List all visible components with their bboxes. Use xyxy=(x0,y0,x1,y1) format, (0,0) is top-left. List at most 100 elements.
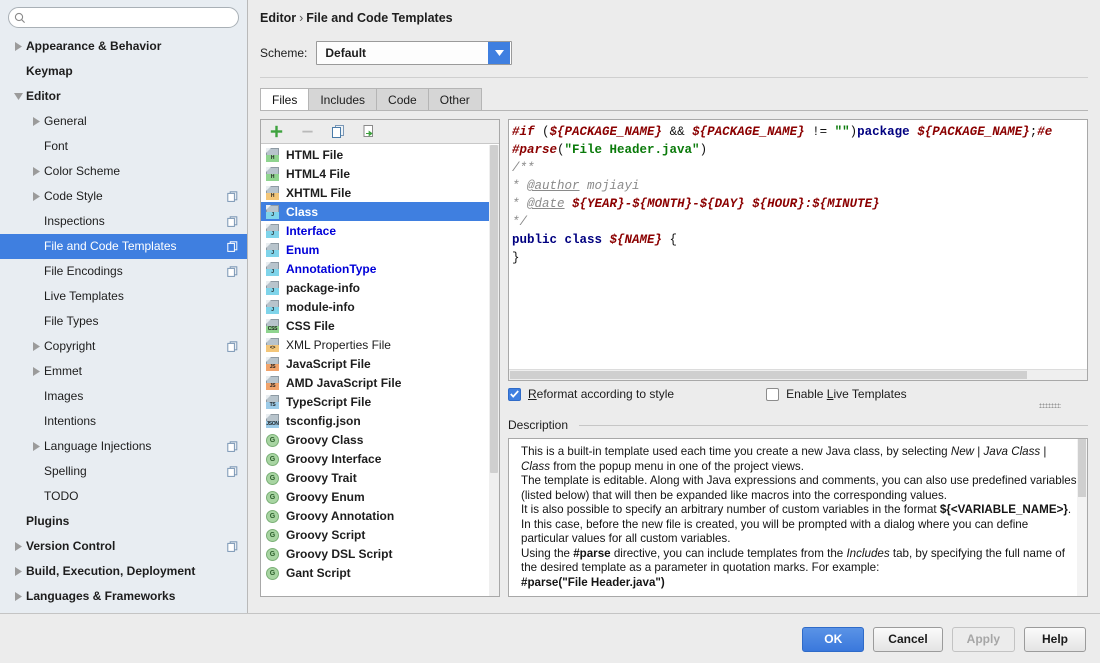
breadcrumb-parent[interactable]: Editor xyxy=(260,11,296,25)
template-list-item[interactable]: JS JavaScript File xyxy=(261,354,499,373)
cancel-button[interactable]: Cancel xyxy=(873,627,943,652)
template-list-item[interactable]: TS TypeScript File xyxy=(261,392,499,411)
live-templates-checkbox-label: Enable Live Templates xyxy=(786,387,907,401)
description-box: This is a built-in template used each ti… xyxy=(508,438,1088,597)
scheme-combobox[interactable]: Default xyxy=(316,41,513,65)
code-line: public class ${NAME} { xyxy=(512,231,1087,249)
copy-settings-icon[interactable] xyxy=(225,341,239,352)
sidebar-item-emmet[interactable]: Emmet xyxy=(0,359,247,384)
copy-template-button[interactable] xyxy=(329,123,347,141)
template-list-item[interactable]: G Groovy Interface xyxy=(261,449,499,468)
description-run: Includes xyxy=(846,546,890,560)
template-list-item[interactable]: G Groovy Class xyxy=(261,430,499,449)
chevron-right-icon xyxy=(28,117,44,126)
template-list-item[interactable]: <> XML Properties File xyxy=(261,335,499,354)
sidebar-item-font[interactable]: Font xyxy=(0,134,247,159)
tab-files[interactable]: Files xyxy=(260,88,310,111)
help-button[interactable]: Help xyxy=(1024,627,1086,652)
copy-settings-icon[interactable] xyxy=(225,541,239,552)
template-list-item[interactable]: G Groovy DSL Script xyxy=(261,544,499,563)
sidebar-item-file-encodings[interactable]: File Encodings xyxy=(0,259,247,284)
scrollbar-thumb[interactable] xyxy=(490,145,498,473)
tab-code[interactable]: Code xyxy=(376,88,429,111)
template-list-item[interactable]: G Groovy Annotation xyxy=(261,506,499,525)
sidebar-item-languages-frameworks[interactable]: Languages & Frameworks xyxy=(0,584,247,609)
description-paragraph: The template is editable. Along with Jav… xyxy=(521,474,1077,503)
template-list-item[interactable]: H XHTML File xyxy=(261,183,499,202)
sidebar-item-appearance-behavior[interactable]: Appearance & Behavior xyxy=(0,34,247,59)
template-list-item[interactable]: G Groovy Enum xyxy=(261,487,499,506)
reformat-checkbox[interactable]: Reformat according to style xyxy=(508,387,674,401)
description-scrollbar[interactable] xyxy=(1077,439,1087,596)
template-list-item[interactable]: G Gant Script xyxy=(261,563,499,582)
chevron-right-icon xyxy=(28,192,44,201)
sidebar-item-todo[interactable]: TODO xyxy=(0,484,247,509)
template-list-item[interactable]: G Groovy Trait xyxy=(261,468,499,487)
sidebar-item-inspections[interactable]: Inspections xyxy=(0,209,247,234)
templates-list[interactable]: H HTML File H HTML4 File H XHTML File J Class J I… xyxy=(261,145,499,596)
sidebar-item-general[interactable]: General xyxy=(0,109,247,134)
search-input[interactable] xyxy=(31,9,238,26)
copy-settings-icon[interactable] xyxy=(225,216,239,227)
template-list-item[interactable]: G Groovy Script xyxy=(261,525,499,544)
add-template-button[interactable] xyxy=(267,123,285,141)
tab-other[interactable]: Other xyxy=(427,88,482,111)
ok-button[interactable]: OK xyxy=(802,627,865,652)
tab-includes[interactable]: Includes xyxy=(308,88,378,111)
sidebar-item-intentions[interactable]: Intentions xyxy=(0,409,247,434)
template-list-item[interactable]: J AnnotationType xyxy=(261,259,499,278)
checkbox-box[interactable] xyxy=(508,387,521,401)
chevron-right-icon xyxy=(10,592,26,601)
tabs-underline xyxy=(260,110,1088,111)
groovy-icon: G xyxy=(265,527,281,543)
sidebar-item-editor[interactable]: Editor xyxy=(0,84,247,109)
sidebar-item-spelling[interactable]: Spelling xyxy=(0,459,247,484)
template-list-item[interactable]: JS AMD JavaScript File xyxy=(261,373,499,392)
header-divider xyxy=(260,77,1088,78)
live-templates-checkbox[interactable]: Enable Live Templates xyxy=(766,387,907,401)
sidebar-item-plugins[interactable]: Plugins xyxy=(0,509,247,534)
template-list-item[interactable]: J Interface xyxy=(261,221,499,240)
template-list-item[interactable]: H HTML File xyxy=(261,145,499,164)
chevron-down-icon[interactable] xyxy=(488,42,511,64)
templates-list-scrollbar[interactable] xyxy=(489,145,499,596)
template-list-item[interactable]: Jpackage-info xyxy=(261,278,499,297)
copy-settings-icon[interactable] xyxy=(225,266,239,277)
sidebar-item-code-style[interactable]: Code Style xyxy=(0,184,247,209)
description-run: Java Class xyxy=(983,445,1041,458)
copy-settings-icon[interactable] xyxy=(225,241,239,252)
sidebar-item-file-and-code-templates[interactable]: File and Code Templates xyxy=(0,234,247,259)
chevron-right-icon xyxy=(28,367,44,376)
copy-settings-icon[interactable] xyxy=(225,466,239,477)
editor-horizontal-scrollbar[interactable] xyxy=(509,369,1087,380)
file-java-icon: J xyxy=(265,280,281,296)
template-list-item[interactable]: H HTML4 File xyxy=(261,164,499,183)
template-list-item[interactable]: Jmodule-info xyxy=(261,297,499,316)
sidebar-item-live-templates[interactable]: Live Templates xyxy=(0,284,247,309)
scrollbar-thumb[interactable] xyxy=(510,371,1027,379)
reset-revert-icon[interactable] xyxy=(360,123,378,141)
template-list-item[interactable]: CSS CSS File xyxy=(261,316,499,335)
template-list-item[interactable]: J Class xyxy=(261,202,499,221)
template-list-item[interactable]: J Enum xyxy=(261,240,499,259)
sidebar-item-version-control[interactable]: Version Control xyxy=(0,534,247,559)
sidebar-item-file-types[interactable]: File Types xyxy=(0,309,247,334)
template-code-editor[interactable]: #if (${PACKAGE_NAME} && ${PACKAGE_NAME} … xyxy=(508,119,1088,381)
code-token: "File Header.java" xyxy=(564,143,700,157)
template-list-item[interactable]: JSON tsconfig.json xyxy=(261,411,499,430)
template-list-item-label: Class xyxy=(286,204,319,219)
scrollbar-thumb[interactable] xyxy=(1078,439,1086,497)
sidebar-item-copyright[interactable]: Copyright xyxy=(0,334,247,359)
search-box[interactable] xyxy=(8,7,239,28)
copy-settings-icon[interactable] xyxy=(225,191,239,202)
splitter-grip[interactable] xyxy=(1039,403,1061,408)
sidebar-item-color-scheme[interactable]: Color Scheme xyxy=(0,159,247,184)
checkbox-box[interactable] xyxy=(766,387,780,401)
sidebar-item-images[interactable]: Images xyxy=(0,384,247,409)
sidebar-item-build-execution-deployment[interactable]: Build, Execution, Deployment xyxy=(0,559,247,584)
sidebar-item-keymap[interactable]: Keymap xyxy=(0,59,247,84)
sidebar-item-language-injections[interactable]: Language Injections xyxy=(0,434,247,459)
sidebar-item-label: Emmet xyxy=(44,364,83,378)
copy-settings-icon[interactable] xyxy=(225,441,239,452)
template-code-text[interactable]: #if (${PACKAGE_NAME} && ${PACKAGE_NAME} … xyxy=(509,120,1087,267)
